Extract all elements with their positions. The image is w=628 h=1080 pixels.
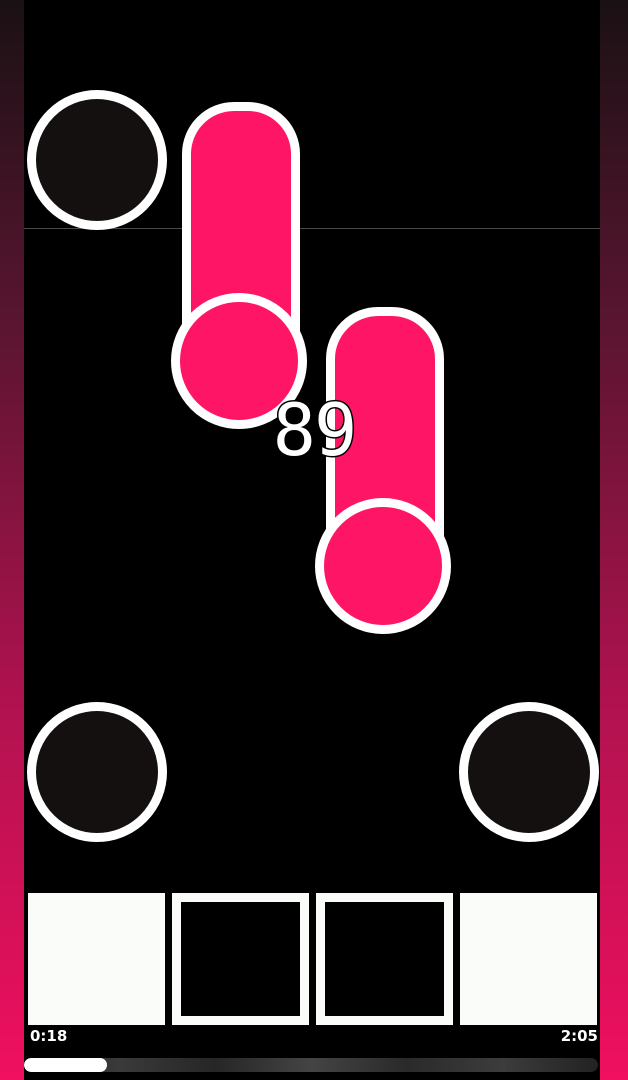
lane-key-4[interactable] <box>460 893 597 1025</box>
lane-key-2[interactable] <box>172 893 309 1025</box>
right-accent-bar <box>600 0 628 1080</box>
combo-counter: 89 <box>271 387 359 474</box>
receptor-lane-1-bottom <box>27 702 167 842</box>
left-accent-bar <box>0 0 24 1080</box>
song-progress-bar[interactable] <box>24 1058 598 1072</box>
receptor-lane-4-bottom <box>459 702 599 842</box>
lane-key-1[interactable] <box>28 893 165 1025</box>
hold-note-lane-3-head <box>315 498 451 634</box>
song-progress-fill <box>24 1058 107 1072</box>
total-time: 2:05 <box>560 1027 598 1045</box>
receptor-lane-1-top <box>27 90 167 230</box>
elapsed-time: 0:18 <box>30 1027 68 1045</box>
lane-key-3[interactable] <box>316 893 453 1025</box>
